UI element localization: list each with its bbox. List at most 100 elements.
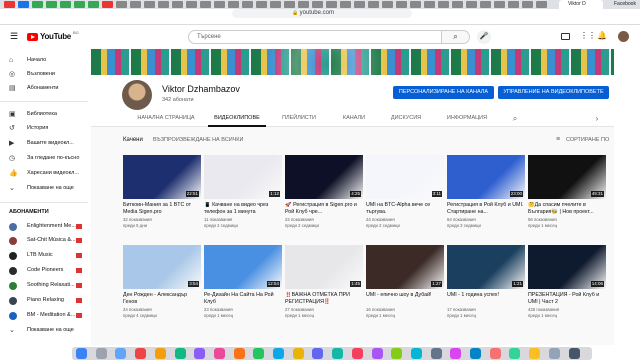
video-thumbnail[interactable]: 1:45 (285, 245, 363, 289)
tab-playlists[interactable]: ПЛЕЙЛИСТИ (277, 110, 321, 127)
tab-favicon[interactable] (130, 1, 141, 8)
video-card[interactable]: 1:21 UMI - 1 година успех! 17 показвания пр… (447, 245, 525, 323)
video-thumbnail[interactable]: 23:00 (447, 155, 525, 199)
youtube-logo-icon[interactable] (27, 33, 38, 41)
video-card[interactable]: 23:00 Регистрация в Рой Клуб и UMI. Старт… (447, 155, 525, 233)
chevron-right-icon[interactable]: › (591, 110, 603, 127)
tab-favicon[interactable] (74, 1, 85, 8)
video-title[interactable]: Ре-Дизайн На Сайта На Рой Клуб (204, 292, 282, 306)
dock-app-icon[interactable] (568, 348, 580, 359)
dock-app-icon[interactable] (548, 348, 560, 359)
sidebar-item-explore[interactable]: ◎ Възловени (0, 68, 88, 81)
tab-favicon[interactable] (466, 1, 477, 8)
dock-app-icon[interactable] (273, 348, 284, 359)
tab-favicon[interactable] (452, 1, 463, 8)
tab-community[interactable]: ДИСКУСИЯ (386, 110, 426, 127)
sidebar-item-history[interactable]: ↺ История (0, 122, 88, 135)
customize-channel-button[interactable]: ПЕРСОНАЛИЗИРАНЕ НА КАНАЛА (393, 86, 494, 99)
video-title[interactable]: Ден Рожден - Александър Генов (123, 292, 201, 306)
tab-favicon[interactable] (144, 1, 155, 8)
dock-app-icon[interactable] (233, 348, 245, 359)
tab-favicon[interactable] (382, 1, 393, 8)
dock-app-icon[interactable] (95, 348, 107, 359)
dock-app-icon[interactable] (371, 348, 383, 359)
video-thumbnail[interactable]: 12:54 (204, 245, 282, 289)
dock-app-icon[interactable] (529, 348, 541, 359)
tab-favicon[interactable] (256, 1, 267, 8)
sidebar-item-library[interactable]: ▣ Библиотека (0, 108, 88, 121)
video-card[interactable]: 22:51 Биткоин-Мания за 1 BTC от Media Sig… (123, 155, 201, 233)
video-card[interactable]: 4:25 🚀 Регистрация в Sigen.pro и Рой Клуб… (285, 155, 363, 233)
tab-favicon[interactable] (480, 1, 491, 8)
sort-button[interactable]: СОРТИРАНЕ ПО (566, 137, 609, 143)
user-avatar[interactable] (618, 31, 629, 42)
dock-app-icon[interactable] (332, 348, 344, 359)
sidebar-subscription[interactable]: Code Pioneers (0, 264, 88, 277)
sidebar-subscription[interactable]: Soothing Relaxati... (0, 279, 88, 292)
tab-favicon[interactable] (186, 1, 197, 8)
tab-favicon[interactable] (438, 1, 449, 8)
dock-app-icon[interactable] (292, 348, 304, 359)
create-video-icon[interactable] (561, 33, 570, 40)
tab-favicon[interactable] (340, 1, 351, 8)
video-title[interactable]: ПРЕЗЕНТАЦИЯ - Рой Клуб и UMI | Част 2 (528, 292, 606, 306)
sidebar-item-liked-videos[interactable]: 👍 Харесани видеокл... (0, 167, 88, 180)
tab-favicon[interactable] (4, 1, 15, 8)
tab-favicon[interactable] (88, 1, 99, 8)
dock-app-icon[interactable] (115, 348, 127, 359)
mic-icon[interactable]: 🎤 (477, 30, 491, 44)
tab-home[interactable]: НАЧАЛНА СТРАНИЦА (131, 110, 201, 127)
sidebar-item-show-more-subs[interactable]: ⌄ Показване на още (0, 324, 88, 337)
video-card[interactable]: 3:11 UMI на BTC-Alpha вече се търгува. 24 … (366, 155, 444, 233)
apps-icon[interactable]: ⋮⋮ (580, 32, 596, 40)
tab-favicon[interactable] (60, 1, 71, 8)
tab-favicon[interactable] (410, 1, 421, 8)
video-title[interactable]: UMI на BTC-Alpha вече се търгува. (366, 202, 444, 216)
video-card[interactable]: 1:27 UMI - епично шоу в Дубай! 16 показван… (366, 245, 444, 323)
tab-favicon[interactable] (354, 1, 365, 8)
video-thumbnail[interactable]: 3:11 (366, 155, 444, 199)
search-input[interactable]: Търсене (188, 30, 442, 44)
tab-favicon[interactable] (284, 1, 295, 8)
sort-icon[interactable]: ≡ (556, 136, 560, 143)
sidebar-subscription[interactable]: Piano Relaxing (0, 294, 88, 307)
sidebar-item-subscriptions[interactable]: ▤ Абонаменти (0, 82, 88, 95)
dock-app-icon[interactable] (430, 348, 442, 359)
sidebar-subscription[interactable]: BM - Meditation &... (0, 309, 88, 322)
tab-favicon[interactable] (396, 1, 407, 8)
tab-favicon[interactable] (368, 1, 379, 8)
active-tab[interactable]: Viktor D (559, 0, 603, 9)
tab-favicon[interactable] (242, 1, 253, 8)
video-thumbnail[interactable]: 14:06 (528, 245, 606, 289)
tab-favicon[interactable] (46, 1, 57, 8)
manage-videos-button[interactable]: УПРАВЛЕНИЕ НА ВИДЕОКЛИПОВЕТЕ (498, 86, 609, 99)
tab-favicon[interactable] (312, 1, 323, 8)
dock-app-icon[interactable] (351, 348, 363, 359)
dock-app-icon[interactable] (213, 348, 225, 359)
menu-icon[interactable]: ☰ (10, 32, 18, 41)
tab-favicon[interactable] (508, 1, 519, 8)
dock-app-icon[interactable] (450, 348, 462, 359)
tab-favicon[interactable] (116, 1, 127, 8)
sidebar-item-watch-later[interactable]: ◷ За гледане по-късно (0, 152, 88, 165)
tab-facebook[interactable]: Facebook (606, 1, 640, 8)
video-title[interactable]: UMI - 1 година успех! (447, 292, 525, 306)
tab-channels[interactable]: КАНАЛИ (338, 110, 370, 127)
tab-favicon[interactable] (298, 1, 309, 8)
tab-favicon[interactable] (18, 1, 29, 8)
tab-favicon[interactable] (270, 1, 281, 8)
dock-app-icon[interactable] (174, 348, 186, 359)
video-thumbnail[interactable]: 4:25 (285, 155, 363, 199)
video-card[interactable]: 1:45 ‼️ВАЖНА ОТМЕТКА ПРИ РЕГИСТРАЦИЯ‼️ 27 … (285, 245, 363, 323)
sidebar-item-home[interactable]: ⌂ Начало (0, 54, 88, 67)
tab-favicon[interactable] (424, 1, 435, 8)
video-title[interactable]: Биткоин-Мания за 1 BTC от Media Sigen.pr… (123, 202, 201, 216)
tab-about[interactable]: ИНФОРМАЦИЯ (441, 110, 493, 127)
tab-favicon[interactable] (228, 1, 239, 8)
youtube-logo-text[interactable]: YouTube (40, 32, 71, 41)
video-title[interactable]: ‼️ВАЖНА ОТМЕТКА ПРИ РЕГИСТРАЦИЯ‼️ (285, 292, 363, 306)
video-card[interactable]: 14:06 ПРЕЗЕНТАЦИЯ - Рой Клуб и UMI | Част… (528, 245, 606, 323)
video-title[interactable]: Регистрация в Рой Клуб и UMI. Стартиране… (447, 202, 525, 216)
sidebar-subscription[interactable]: Enlightenment Me... (0, 220, 88, 233)
tab-favicon[interactable] (326, 1, 337, 8)
